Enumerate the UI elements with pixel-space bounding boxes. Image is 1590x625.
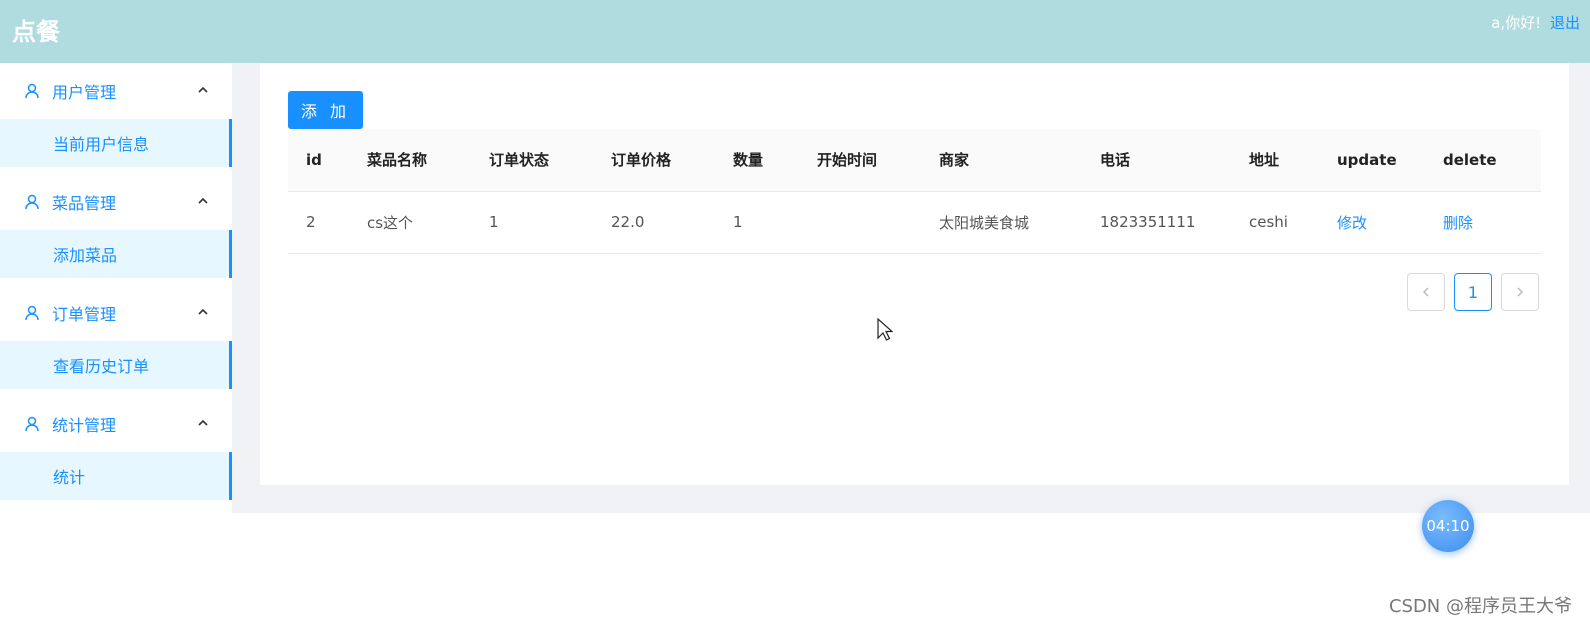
cell-address: ceshi bbox=[1231, 191, 1319, 254]
chevron-up-icon bbox=[198, 308, 208, 315]
user-icon bbox=[25, 83, 39, 99]
sidebar-group-stats[interactable]: 统计管理 bbox=[0, 396, 232, 452]
prev-page-button[interactable] bbox=[1407, 273, 1445, 311]
cell-merchant: 太阳城美食城 bbox=[921, 191, 1082, 254]
watermark: CSDN @程序员王大爷 bbox=[1388, 596, 1572, 617]
table-header-row: id 菜品名称 订单状态 订单价格 数量 开始时间 商家 电话 地址 updat… bbox=[288, 129, 1541, 192]
pagination: 1 bbox=[1407, 273, 1539, 311]
next-page-button[interactable] bbox=[1501, 273, 1539, 311]
column-header: 订单状态 bbox=[471, 129, 593, 192]
column-header: 电话 bbox=[1082, 129, 1231, 192]
top-header: 点餐 a,你好! 退出 bbox=[0, 0, 1590, 63]
column-header: 菜品名称 bbox=[349, 129, 471, 192]
timer-badge[interactable]: 04:10 bbox=[1422, 500, 1474, 552]
column-header: update bbox=[1319, 129, 1425, 192]
chevron-up-icon bbox=[198, 197, 208, 204]
add-button[interactable]: 添 加 bbox=[288, 91, 363, 129]
user-icon bbox=[25, 194, 39, 210]
page-button-current[interactable]: 1 bbox=[1454, 273, 1492, 311]
logout-link[interactable]: 退出 bbox=[1550, 14, 1580, 32]
column-header: 订单价格 bbox=[593, 129, 715, 192]
column-header: 开始时间 bbox=[799, 129, 921, 192]
mouse-cursor-icon bbox=[877, 318, 893, 341]
column-header: 地址 bbox=[1231, 129, 1319, 192]
cell-dish-name: cs这个 bbox=[349, 191, 471, 254]
user-icon bbox=[25, 305, 39, 321]
table-row: 2 cs这个 1 22.0 1 太阳城美食城 1823351111 ceshi … bbox=[288, 191, 1541, 254]
column-header: delete bbox=[1425, 129, 1541, 192]
chevron-up-icon bbox=[198, 419, 208, 426]
sidebar-group-label: 统计管理 bbox=[52, 416, 117, 435]
sidebar-group-user[interactable]: 用户管理 bbox=[0, 63, 232, 119]
sidebar-group-label: 用户管理 bbox=[52, 83, 117, 102]
sidebar-group-dishes[interactable]: 菜品管理 bbox=[0, 174, 232, 230]
user-icon bbox=[25, 416, 39, 432]
delete-link[interactable]: 删除 bbox=[1425, 191, 1541, 254]
user-area: a,你好! 退出 bbox=[1491, 12, 1580, 33]
sidebar-group-orders[interactable]: 订单管理 bbox=[0, 285, 232, 341]
chevron-right-icon bbox=[1517, 287, 1524, 297]
cell-order-status: 1 bbox=[471, 191, 593, 254]
column-header: 数量 bbox=[715, 129, 799, 192]
column-header: 商家 bbox=[921, 129, 1082, 192]
cell-id: 2 bbox=[288, 191, 349, 254]
sidebar-group-label: 菜品管理 bbox=[52, 194, 117, 213]
cell-order-price: 22.0 bbox=[593, 191, 715, 254]
orders-table: id 菜品名称 订单状态 订单价格 数量 开始时间 商家 电话 地址 updat… bbox=[288, 129, 1541, 254]
column-header: id bbox=[288, 129, 349, 192]
sidebar-item-current-user[interactable]: 当前用户信息 bbox=[0, 119, 232, 167]
app-title: 点餐 bbox=[12, 18, 60, 46]
chevron-up-icon bbox=[198, 86, 208, 93]
content-panel: 添 加 id 菜品名称 订单状态 订单价格 数量 开始时间 商家 电话 地址 u… bbox=[260, 63, 1569, 485]
user-greeting: a,你好! bbox=[1491, 14, 1542, 32]
cell-start-time bbox=[799, 191, 921, 254]
cell-phone: 1823351111 bbox=[1082, 191, 1231, 254]
sidebar-group-label: 订单管理 bbox=[52, 305, 117, 324]
sidebar-item-order-history[interactable]: 查看历史订单 bbox=[0, 341, 232, 389]
chevron-left-icon bbox=[1422, 287, 1429, 297]
sidebar-item-stats[interactable]: 统计 bbox=[0, 452, 232, 500]
sidebar-item-add-dish[interactable]: 添加菜品 bbox=[0, 230, 232, 278]
cell-quantity: 1 bbox=[715, 191, 799, 254]
sidebar: 用户管理 当前用户信息 菜品管理 添加菜品 订单管理 查看历史订单 统计管理 统… bbox=[0, 63, 232, 500]
edit-link[interactable]: 修改 bbox=[1319, 191, 1425, 254]
